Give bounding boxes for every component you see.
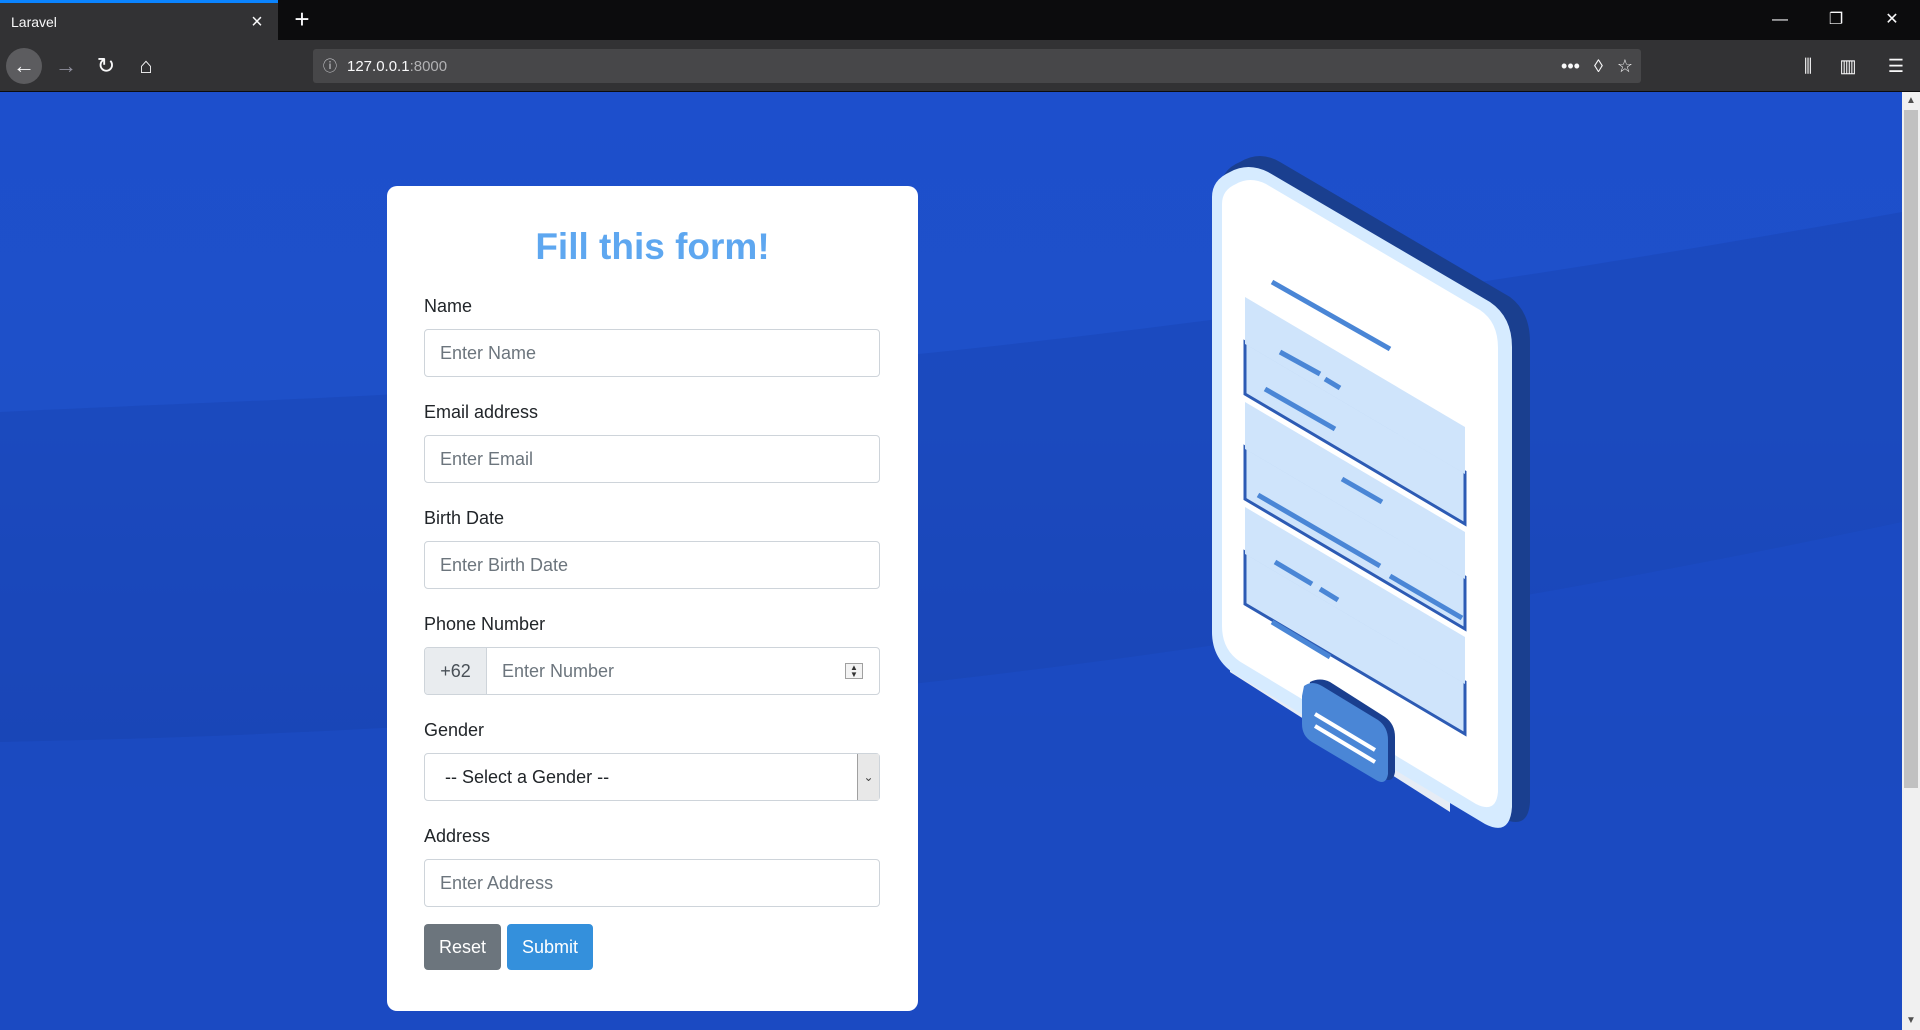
- back-icon[interactable]: ←: [6, 48, 42, 84]
- page-viewport: Fill this form! Name Email address Birth…: [0, 92, 1902, 1030]
- email-group: Email address: [424, 402, 881, 483]
- bookmark-star-icon[interactable]: ☆: [1617, 56, 1633, 77]
- name-input[interactable]: [424, 329, 880, 377]
- birth-date-input[interactable]: [424, 541, 880, 589]
- address-group: Address: [424, 826, 881, 907]
- birth-date-label: Birth Date: [424, 508, 505, 528]
- pocket-icon[interactable]: ◊: [1594, 56, 1603, 77]
- name-label: Name: [424, 296, 473, 316]
- gender-selected: -- Select a Gender --: [445, 766, 610, 787]
- url-host: 127.0.0.1: [347, 57, 410, 75]
- scroll-down-icon[interactable]: ▼: [1902, 1012, 1920, 1030]
- form-title: Fill this form!: [535, 226, 770, 267]
- phone-input-group: +62 ▲▼: [424, 647, 880, 695]
- email-input[interactable]: [424, 435, 880, 483]
- background-waves: [0, 212, 1902, 1030]
- form-buttons: Reset Submit: [424, 924, 881, 970]
- reload-icon[interactable]: ↻: [88, 48, 124, 84]
- minimize-icon[interactable]: —: [1752, 0, 1808, 40]
- tab-bar: Laravel × + — ❐ ✕: [0, 0, 1920, 40]
- gender-label: Gender: [424, 720, 485, 740]
- site-info-icon[interactable]: ⓘ: [313, 56, 347, 76]
- sidebar-icon[interactable]: ▥: [1830, 48, 1866, 84]
- browser-tab[interactable]: Laravel ×: [0, 0, 278, 40]
- phone-prefix: +62: [425, 648, 487, 694]
- address-label: Address: [424, 826, 491, 846]
- gender-group: Gender -- Select a Gender -- ⌄: [424, 720, 881, 801]
- phone-label: Phone Number: [424, 614, 546, 634]
- phone-input[interactable]: [487, 648, 845, 694]
- close-window-icon[interactable]: ✕: [1864, 0, 1920, 40]
- form-card: Fill this form! Name Email address Birth…: [387, 186, 918, 1011]
- menu-icon[interactable]: ☰: [1878, 48, 1914, 84]
- birth-date-group: Birth Date: [424, 508, 881, 589]
- address-input[interactable]: [424, 859, 880, 907]
- gender-select[interactable]: -- Select a Gender -- ⌄: [424, 753, 880, 801]
- new-tab-icon[interactable]: +: [288, 5, 316, 33]
- name-group: Name: [424, 296, 881, 377]
- close-tab-icon[interactable]: ×: [246, 11, 268, 33]
- restore-icon[interactable]: ❐: [1808, 0, 1864, 40]
- page-actions-icon[interactable]: •••: [1561, 56, 1580, 77]
- phone-group: Phone Number +62 ▲▼: [424, 614, 881, 695]
- library-icon[interactable]: ⫼: [1790, 48, 1826, 84]
- home-icon[interactable]: ⌂: [128, 48, 164, 84]
- page-scrollbar[interactable]: ▲ ▼: [1902, 92, 1920, 1030]
- number-spinner-icon[interactable]: ▲ ▼: [845, 663, 863, 679]
- url-port: :8000: [409, 57, 448, 75]
- forward-icon[interactable]: →: [48, 48, 84, 84]
- navigation-toolbar: ← → ↻ ⌂ ⓘ 127.0.0.1 :8000 ••• ◊ ☆ ⫼ ▥ ☰: [0, 40, 1920, 92]
- reset-button[interactable]: Reset: [424, 924, 502, 970]
- chevron-down-icon[interactable]: ⌄: [857, 754, 879, 800]
- scroll-up-icon[interactable]: ▲: [1902, 92, 1920, 110]
- url-bar[interactable]: ⓘ 127.0.0.1 :8000 ••• ◊ ☆: [313, 49, 1641, 83]
- scrollbar-thumb[interactable]: [1904, 110, 1918, 788]
- tab-title: Laravel: [11, 13, 57, 30]
- email-label: Email address: [424, 402, 539, 422]
- phone-illustration: [1212, 156, 1530, 828]
- submit-button[interactable]: Submit: [507, 924, 594, 970]
